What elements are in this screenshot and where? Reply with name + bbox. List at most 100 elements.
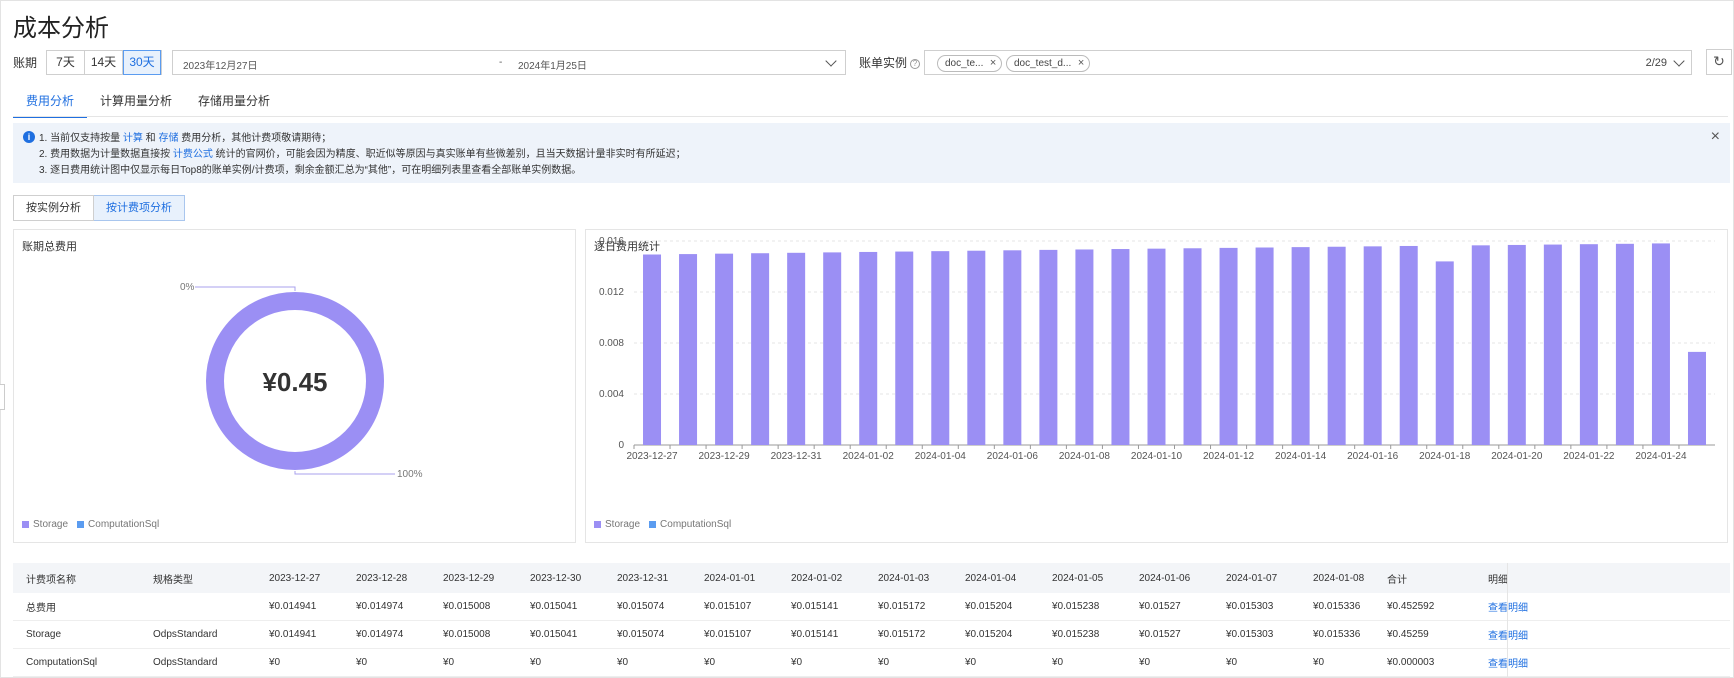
- bar-storage[interactable]: [1219, 247, 1238, 445]
- legend-item-computation[interactable]: ComputationSql: [77, 519, 159, 530]
- bar-storage[interactable]: [1471, 245, 1490, 445]
- table-cell: ¥0.01527: [1139, 601, 1181, 612]
- bar-storage[interactable]: [1255, 247, 1274, 445]
- bar-storage[interactable]: [1435, 261, 1454, 445]
- bar-storage[interactable]: [1579, 244, 1598, 445]
- bar-storage[interactable]: [967, 250, 986, 445]
- refresh-icon: ↻: [1713, 53, 1725, 69]
- daily-cost-panel: 逐日费用统计 0 0.004 0.008 0.012 0.016 2023-12-27 20…: [585, 229, 1728, 543]
- table-cell: ¥0: [1052, 657, 1064, 668]
- bar-storage[interactable]: [1003, 250, 1022, 445]
- view-details-link[interactable]: 查看明细: [1488, 649, 1528, 676]
- period-14-days-button[interactable]: 14天: [85, 51, 123, 74]
- banner-line-1: 1. 当前仅支持按量 计算 和 存储 费用分析，其他计费项敬请期待；: [39, 129, 331, 144]
- instance-tag: doc_test_d... ×: [1006, 55, 1091, 72]
- bar-storage[interactable]: [751, 253, 770, 445]
- tab-compute-usage[interactable]: 计算用量分析: [87, 82, 185, 116]
- legend-label: Storage: [33, 519, 69, 530]
- period-30-days-button[interactable]: 30天: [123, 50, 161, 75]
- bar-storage[interactable]: [643, 254, 662, 445]
- bar-storage[interactable]: [1363, 246, 1382, 445]
- bar-storage[interactable]: [859, 251, 878, 445]
- date-range-separator: -: [499, 57, 503, 68]
- bar-storage[interactable]: [1147, 248, 1166, 445]
- close-icon[interactable]: ×: [990, 56, 996, 71]
- legend-item-computation[interactable]: ComputationSql: [649, 519, 731, 530]
- billing-formula-link[interactable]: 计费公式: [173, 149, 213, 160]
- close-icon[interactable]: ×: [1078, 56, 1084, 71]
- x-tick-label: 2024-01-10: [1131, 451, 1183, 462]
- by-billing-item-button[interactable]: 按计费项分析: [94, 195, 185, 221]
- table-cell: ¥0.015041: [530, 601, 578, 612]
- column-header: 规格类型: [153, 574, 193, 586]
- x-tick-label: 2023-12-27: [626, 451, 678, 462]
- page-title: 成本分析: [13, 15, 109, 42]
- bar-storage[interactable]: [1651, 243, 1670, 445]
- close-icon[interactable]: ×: [1711, 128, 1720, 146]
- table-cell: ¥0: [269, 657, 281, 668]
- date-range-picker[interactable]: 2023年12月27日 - 2024年1月25日: [172, 50, 846, 75]
- banner-line-2: 2. 费用数据为计量数据直接按 计费公式 统计的官网价，可能会因为精度、职近似等…: [39, 145, 686, 160]
- table-cell: ¥0.015074: [617, 629, 665, 640]
- tab-storage-usage[interactable]: 存储用量分析: [185, 82, 283, 116]
- table-row: 总费用 ¥0.014941 ¥0.014974 ¥0.015008 ¥0.015041 ¥…: [13, 593, 1730, 621]
- help-icon[interactable]: ?: [910, 58, 921, 69]
- bar-storage[interactable]: [1039, 249, 1058, 445]
- instance-label: 账单实例?: [859, 54, 921, 71]
- bar-storage[interactable]: [1399, 245, 1418, 445]
- period-7-days-button[interactable]: 7天: [47, 51, 85, 74]
- storage-link[interactable]: 存储: [158, 133, 178, 144]
- by-instance-button[interactable]: 按实例分析: [13, 195, 94, 221]
- legend-item-storage[interactable]: Storage: [594, 519, 640, 530]
- bar-storage[interactable]: [1507, 244, 1526, 445]
- column-header: 2023-12-29: [443, 572, 495, 584]
- sidebar-collapse-handle[interactable]: [0, 384, 5, 410]
- bar-storage[interactable]: [1615, 243, 1634, 445]
- donut-label-top: 0%: [180, 282, 195, 293]
- view-details-link[interactable]: 查看明细: [1488, 593, 1528, 620]
- x-tick-label: 2024-01-06: [987, 451, 1039, 462]
- legend-swatch: [594, 521, 601, 528]
- compute-link[interactable]: 计算: [123, 133, 143, 144]
- table-cell: ¥0: [965, 657, 977, 668]
- bar-storage[interactable]: [1183, 248, 1202, 445]
- legend-swatch: [77, 521, 85, 528]
- table-cell: ¥0.000003: [1387, 657, 1435, 668]
- legend-item-storage[interactable]: Storage: [22, 519, 68, 530]
- bar-storage[interactable]: [1327, 246, 1346, 445]
- x-tick-label: 2024-01-14: [1275, 451, 1327, 462]
- table-cell: ComputationSql: [26, 657, 98, 668]
- tab-cost-analysis[interactable]: 费用分析: [13, 82, 88, 118]
- analysis-tabs: 费用分析 计算用量分析 存储用量分析: [13, 82, 283, 118]
- bar-storage[interactable]: [1075, 249, 1094, 445]
- view-details-link[interactable]: 查看明细: [1488, 621, 1528, 648]
- bar-storage[interactable]: [895, 251, 914, 445]
- bar-storage[interactable]: [823, 252, 842, 445]
- bar-storage[interactable]: [1543, 244, 1562, 445]
- donut-label-bottom: 100%: [397, 469, 423, 480]
- table-cell: ¥0.015008: [443, 629, 491, 640]
- legend-swatch: [649, 521, 657, 528]
- y-tick-label: 0.016: [599, 236, 624, 247]
- table-header: 计费项名称 规格类型 2023-12-27 2023-12-28 2023-12-29 2…: [13, 563, 1730, 593]
- column-header: 2023-12-28: [356, 572, 408, 584]
- tab-divider: [13, 116, 1728, 117]
- bar-storage[interactable]: [1687, 351, 1706, 445]
- refresh-button[interactable]: ↻: [1706, 49, 1732, 75]
- column-header: 2024-01-05: [1052, 572, 1104, 584]
- y-tick-label: 0.008: [599, 338, 624, 349]
- table-row: ComputationSql OdpsStandard ¥0 ¥0 ¥0 ¥0 ¥0 ¥0 ¥0…: [13, 649, 1730, 677]
- instance-multi-select[interactable]: doc_te... × doc_test_d... × 2/29: [924, 50, 1692, 75]
- table-cell: Storage: [26, 629, 62, 640]
- bar-storage[interactable]: [1291, 247, 1310, 445]
- legend-label: ComputationSql: [660, 519, 732, 530]
- bar-storage[interactable]: [1111, 249, 1130, 445]
- bar-storage[interactable]: [931, 251, 950, 445]
- table-cell: ¥0: [1139, 657, 1151, 668]
- bar-storage[interactable]: [679, 254, 698, 445]
- column-header: 2024-01-03: [878, 572, 930, 584]
- bar-storage[interactable]: [715, 253, 734, 445]
- table-cell: ¥0.015204: [965, 601, 1013, 612]
- table-cell: ¥0: [1313, 657, 1325, 668]
- bar-storage[interactable]: [787, 252, 806, 445]
